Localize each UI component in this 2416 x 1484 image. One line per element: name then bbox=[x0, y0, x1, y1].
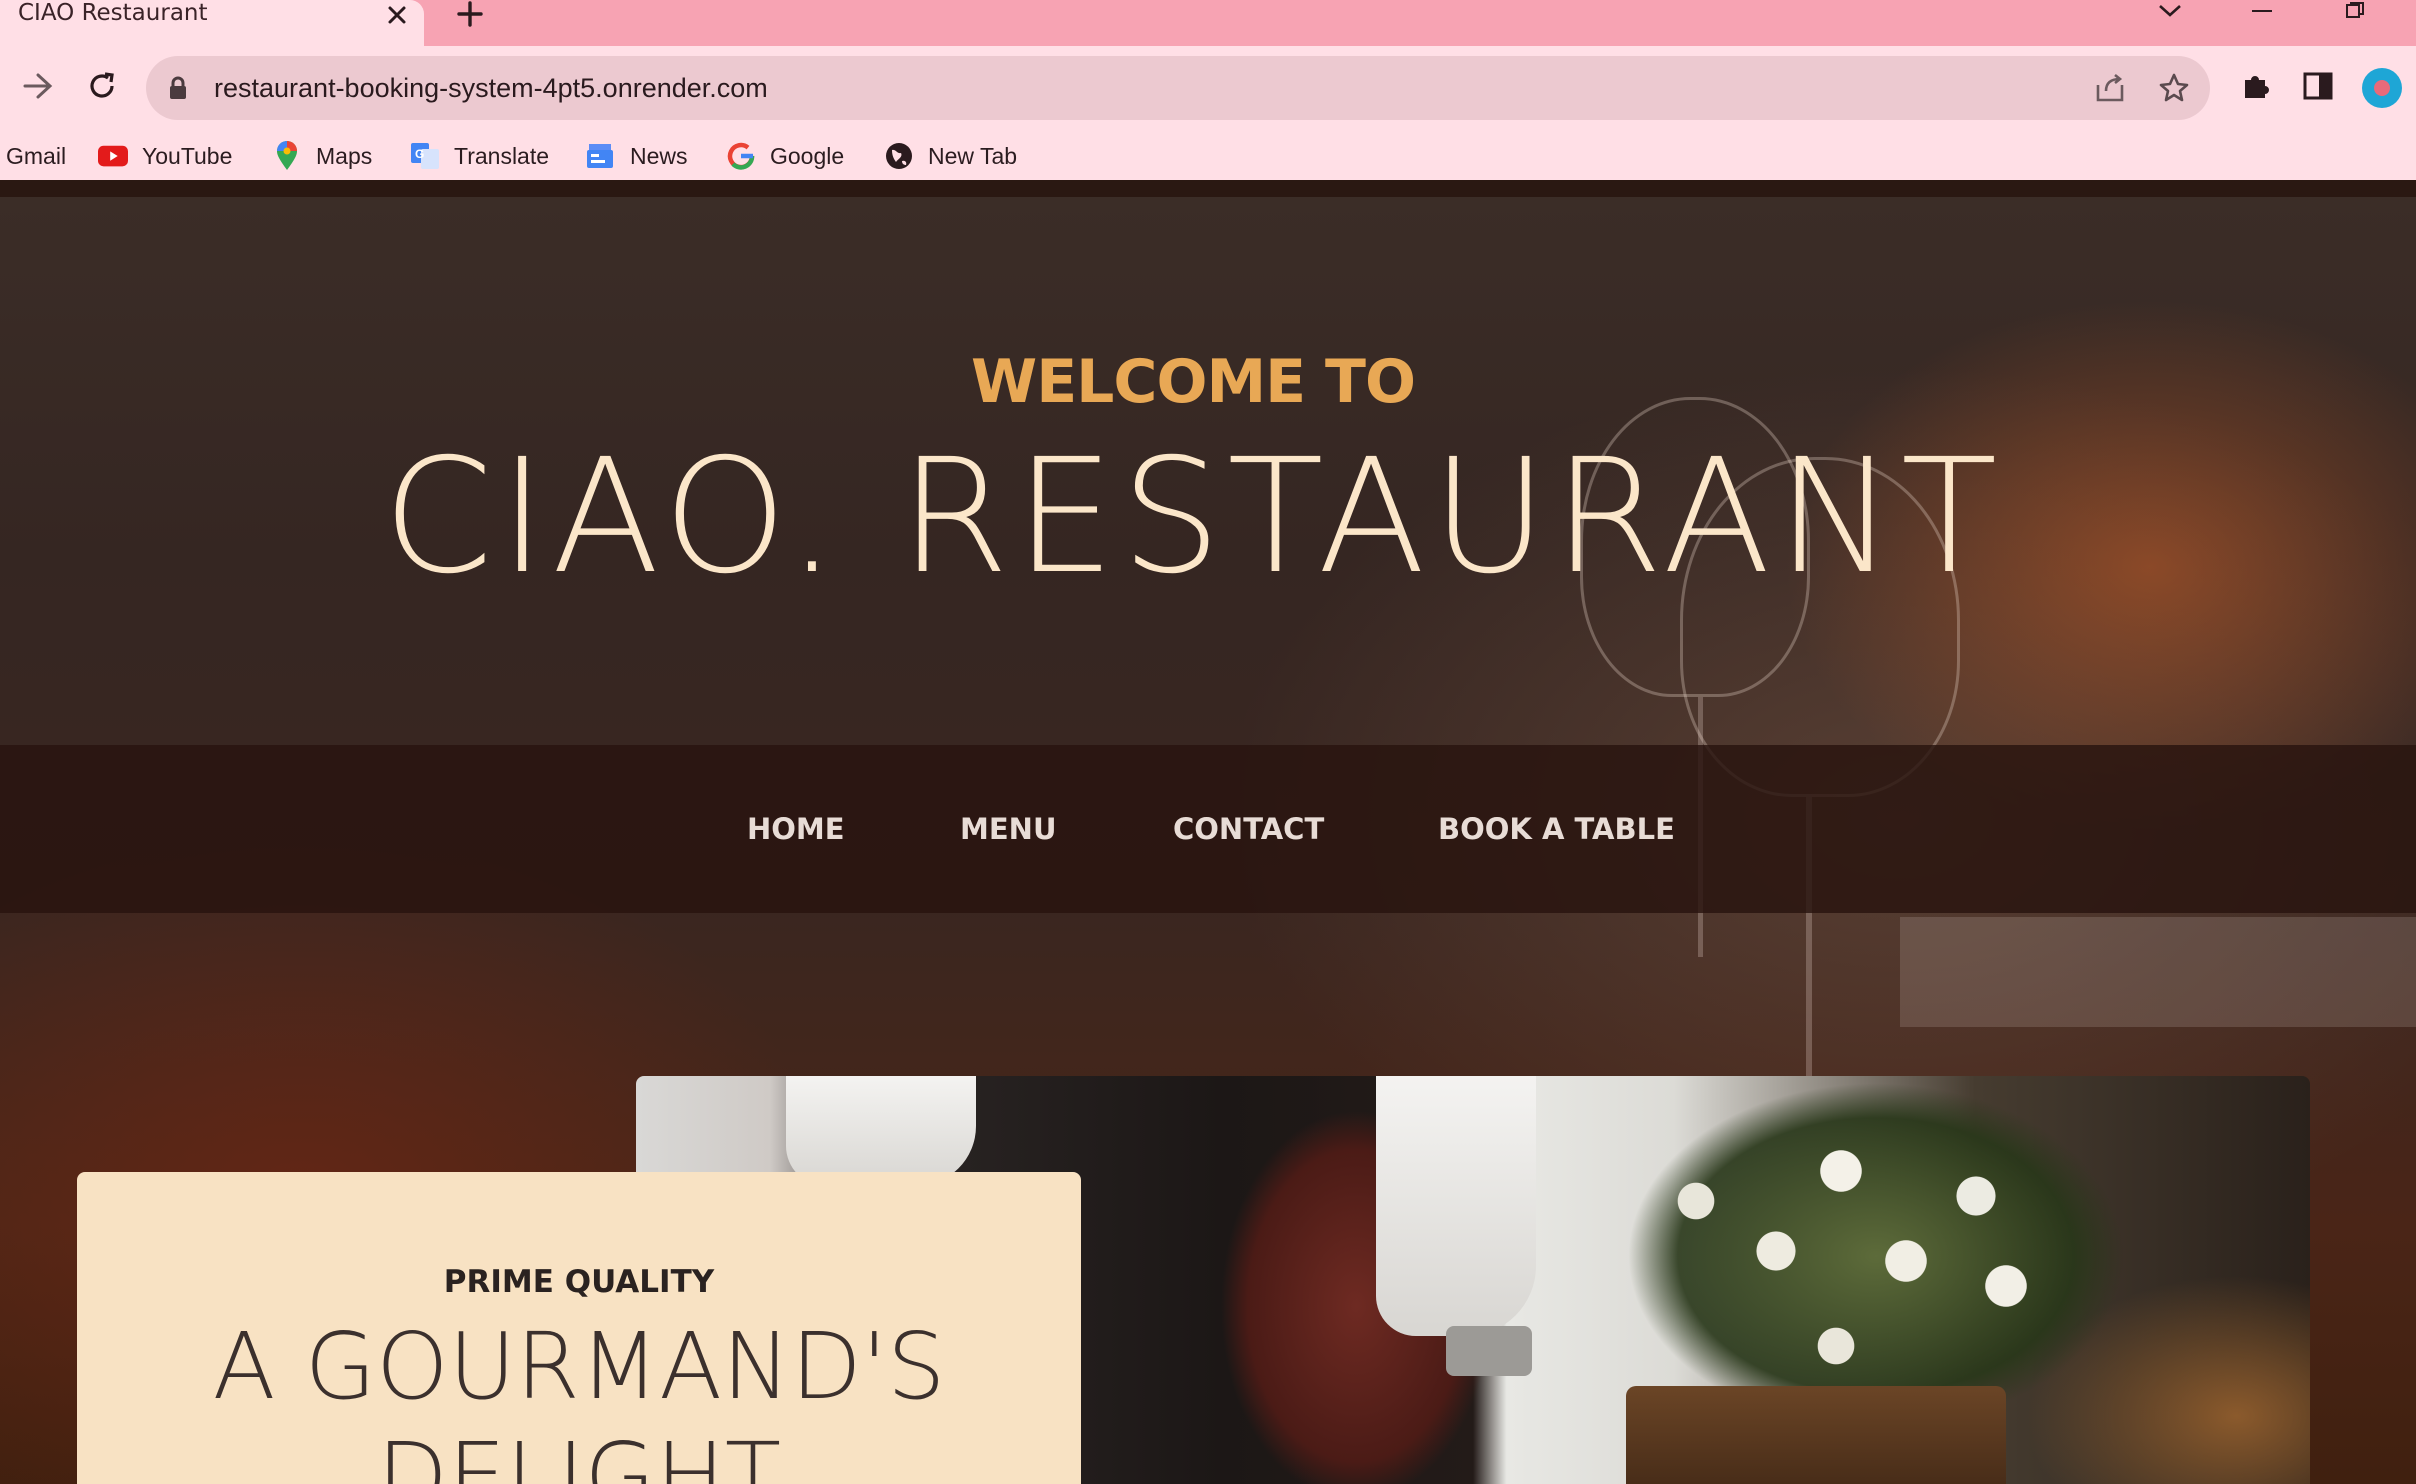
active-tab[interactable]: CIAO Restaurant bbox=[0, 0, 424, 46]
nav-home-link[interactable]: HOME bbox=[747, 745, 845, 913]
bookmark-label: Google bbox=[770, 142, 845, 169]
bookmark-maps[interactable]: Maps bbox=[272, 134, 372, 178]
nav-menu-link[interactable]: MENU bbox=[960, 745, 1057, 913]
background-table bbox=[1900, 917, 2416, 1027]
side-panel-icon[interactable] bbox=[2298, 66, 2338, 106]
share-icon[interactable] bbox=[2090, 68, 2130, 108]
url-text: restaurant-booking-system-4pt5.onrender.… bbox=[214, 73, 768, 103]
chef-sleeve-image bbox=[1376, 1076, 1536, 1336]
chef-sleeve-image bbox=[786, 1076, 976, 1186]
address-bar[interactable]: restaurant-booking-system-4pt5.onrender.… bbox=[146, 56, 2210, 120]
site-navbar: HOME MENU CONTACT BOOK A TABLE bbox=[0, 745, 2416, 913]
maps-icon bbox=[272, 141, 302, 171]
google-icon bbox=[726, 141, 756, 171]
nav-book-a-table-link[interactable]: BOOK A TABLE bbox=[1438, 745, 1675, 913]
close-tab-icon[interactable] bbox=[380, 0, 414, 30]
browser-toolbar: restaurant-booking-system-4pt5.onrender.… bbox=[0, 46, 2416, 180]
reload-icon[interactable] bbox=[80, 64, 124, 108]
bookmark-label: YouTube bbox=[142, 142, 233, 169]
bookmarks-bar: Gmail YouTube Maps G Translate News Goog… bbox=[0, 134, 2416, 178]
bookmark-new-tab[interactable]: New Tab bbox=[884, 134, 1017, 178]
bookmark-label: Gmail bbox=[6, 142, 67, 169]
bookmark-news[interactable]: News bbox=[586, 134, 688, 178]
bookmark-youtube[interactable]: YouTube bbox=[98, 134, 232, 178]
wristwatch-image bbox=[1446, 1326, 1532, 1376]
tab-strip: CIAO Restaurant bbox=[0, 0, 2416, 46]
profile-avatar[interactable] bbox=[2362, 68, 2402, 108]
translate-icon: G bbox=[410, 141, 440, 171]
tab-search-chevron-icon[interactable] bbox=[2140, 0, 2200, 22]
bookmark-label: Translate bbox=[454, 142, 550, 169]
hero-kicker: WELCOME TO bbox=[971, 347, 1416, 417]
nav-contact-link[interactable]: CONTACT bbox=[1173, 745, 1324, 913]
hero-title: CIAO. RESTAURANT bbox=[382, 425, 2004, 609]
cutting-board-image bbox=[1626, 1386, 2006, 1484]
restore-icon[interactable] bbox=[2324, 0, 2384, 22]
website-page: WELCOME TO CIAO. RESTAURANT HOME MENU CO… bbox=[0, 197, 2416, 1484]
bookmark-label: New Tab bbox=[928, 142, 1018, 169]
lock-icon[interactable] bbox=[168, 76, 188, 104]
tab-title: CIAO Restaurant bbox=[18, 0, 208, 26]
bookmark-label: News bbox=[630, 142, 688, 169]
globe-icon bbox=[884, 141, 914, 171]
forward-icon[interactable] bbox=[16, 64, 60, 108]
youtube-icon bbox=[98, 141, 128, 171]
bookmark-gmail[interactable]: Gmail bbox=[6, 134, 66, 178]
minimize-icon[interactable] bbox=[2232, 0, 2292, 22]
svg-text:G: G bbox=[415, 147, 424, 161]
bookmark-label: Maps bbox=[316, 142, 373, 169]
bookmark-google[interactable]: Google bbox=[726, 134, 844, 178]
bookmark-translate[interactable]: G Translate bbox=[410, 134, 549, 178]
feature-card: PRIME QUALITY A GOURMAND'S DELIGHT bbox=[77, 1172, 1081, 1484]
new-tab-icon[interactable] bbox=[452, 0, 488, 28]
feature-kicker: PRIME QUALITY bbox=[443, 1264, 715, 1300]
news-icon bbox=[586, 141, 616, 171]
extensions-puzzle-icon[interactable] bbox=[2236, 66, 2276, 106]
feature-title: A GOURMAND'S DELIGHT bbox=[212, 1313, 946, 1484]
bookmark-star-icon[interactable] bbox=[2154, 68, 2194, 108]
